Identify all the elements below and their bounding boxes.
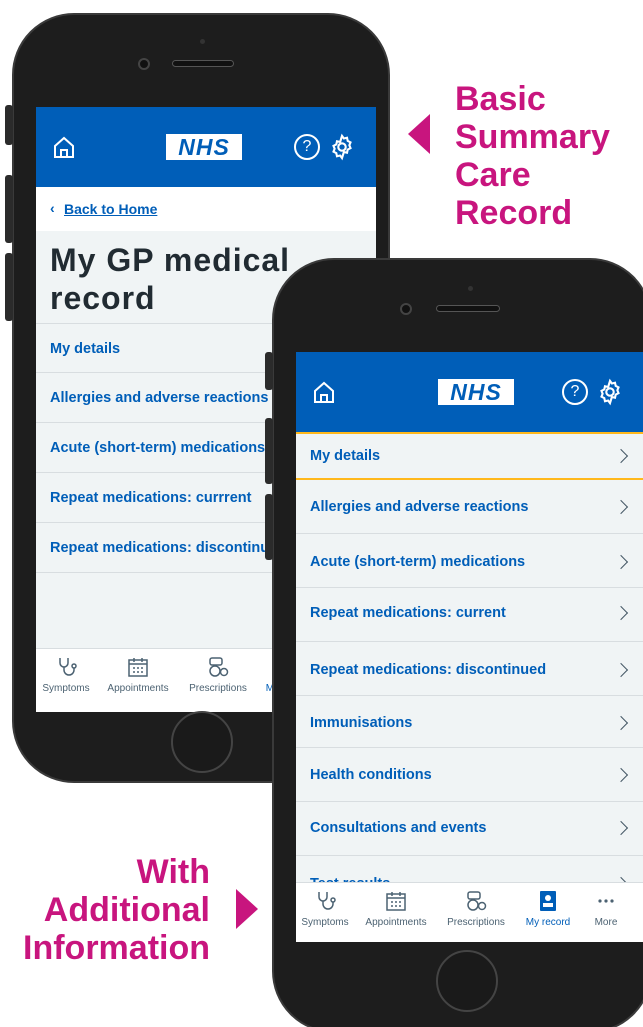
callout-additional-information: With Additional Information <box>10 853 210 967</box>
callout-basic-summary: Basic Summary Care Record <box>455 80 643 232</box>
callout-line: Summary <box>455 118 610 156</box>
tab-label: Symptoms <box>301 917 349 928</box>
menu-item-label: Acute (short-term) medications <box>50 440 266 456</box>
menu-item-repeat-discontinued[interactable]: Repeat medications: discontinued <box>296 642 643 696</box>
tab-label: Prescriptions <box>189 683 247 694</box>
home-icon[interactable] <box>52 135 76 159</box>
volume-down-button <box>5 253 13 321</box>
menu-item-label: Repeat medications: currrent <box>50 490 252 506</box>
menu-item-immunisations[interactable]: Immunisations <box>296 696 643 748</box>
chevron-left-icon: ‹ <box>50 200 55 216</box>
menu-item-label: Repeat medications: discontinued <box>310 662 547 678</box>
back-link-bar: ‹ Back to Home <box>36 187 376 231</box>
chevron-right-icon <box>613 662 629 678</box>
mute-switch <box>265 352 273 390</box>
tab-label: Appointments <box>365 917 427 928</box>
pills-icon <box>209 657 229 677</box>
home-icon[interactable] <box>312 380 336 404</box>
tab-symptoms[interactable]: Symptoms <box>296 889 354 928</box>
chevron-right-icon <box>613 820 629 836</box>
tab-label: Prescriptions <box>447 917 505 928</box>
chevron-right-icon <box>613 499 629 515</box>
callout-line: With <box>136 853 210 891</box>
arrow-right-icon <box>236 889 258 929</box>
menu-item-acute-medications[interactable]: Acute (short-term) medications <box>296 534 643 588</box>
gear-icon[interactable] <box>596 378 624 406</box>
more-dots-icon <box>598 899 614 903</box>
screen-additional: NHS ? My details Allergies and adverse r… <box>296 352 643 942</box>
chevron-right-icon <box>613 767 629 783</box>
tab-label: My record <box>525 917 571 928</box>
menu-item-label: Consultations and events <box>310 820 487 836</box>
stethoscope-icon <box>318 892 336 910</box>
front-camera <box>138 58 150 70</box>
menu-item-label: Repeat medications: discontinued <box>50 540 287 556</box>
tab-appointments[interactable]: Appointments <box>356 889 436 928</box>
earpiece-speaker <box>172 60 234 67</box>
tab-bar: Symptoms Appointments Prescriptions My r… <box>296 882 643 942</box>
chevron-right-icon <box>613 448 629 464</box>
home-button[interactable] <box>436 950 498 1012</box>
volume-down-button <box>265 494 273 560</box>
callout-line: Additional <box>43 891 210 929</box>
menu-item-label: My details <box>310 448 381 464</box>
menu-item-label: Allergies and adverse reactions <box>310 499 529 515</box>
menu-item-label: Allergies and adverse reactions <box>50 390 269 406</box>
callout-line: Care Record <box>455 156 573 232</box>
help-icon[interactable]: ? <box>562 379 588 405</box>
chevron-right-icon <box>613 715 629 731</box>
sensor <box>200 39 205 44</box>
phone-additional: NHS ? My details Allergies and adverse r… <box>265 258 643 1027</box>
earpiece-speaker <box>436 305 500 312</box>
menu-item-consultations[interactable]: Consultations and events <box>296 802 643 856</box>
record-icon <box>540 891 556 911</box>
stethoscope-icon <box>59 658 77 676</box>
help-icon[interactable]: ? <box>294 134 320 160</box>
menu-item-label: Immunisations <box>310 715 413 731</box>
tab-appointments[interactable]: Appointments <box>98 655 178 694</box>
nhs-logo: NHS <box>166 134 242 160</box>
tab-prescriptions[interactable]: Prescriptions <box>438 889 514 928</box>
volume-up-button <box>265 418 273 484</box>
pills-icon <box>467 891 487 911</box>
back-to-home-link[interactable]: Back to Home <box>64 201 157 217</box>
callout-line: Basic <box>455 80 546 118</box>
front-camera <box>400 303 412 315</box>
volume-up-button <box>5 175 13 243</box>
chevron-right-icon <box>613 605 629 621</box>
calendar-icon <box>128 658 148 677</box>
sensor <box>468 286 473 291</box>
tab-label: Symptoms <box>42 683 90 694</box>
menu-item-label: Repeat medications: current <box>310 605 506 621</box>
app-header: NHS ? <box>36 107 376 187</box>
menu-item-my-details[interactable]: My details <box>296 432 643 480</box>
menu-item-health-conditions[interactable]: Health conditions <box>296 748 643 802</box>
chevron-right-icon <box>613 554 629 570</box>
menu-item-label: Acute (short-term) medications <box>310 554 526 570</box>
tab-prescriptions[interactable]: Prescriptions <box>180 655 256 694</box>
home-button[interactable] <box>171 711 233 773</box>
gear-icon[interactable] <box>328 133 356 161</box>
app-header: NHS ? <box>296 352 643 432</box>
arrow-left-icon <box>408 114 430 154</box>
menu-item-label: Health conditions <box>310 767 432 783</box>
tab-my-record[interactable]: My record <box>516 889 580 928</box>
tab-more[interactable]: More <box>586 889 626 928</box>
menu-item-repeat-current[interactable]: Repeat medications: current <box>296 588 643 642</box>
tab-label: More <box>594 917 618 928</box>
calendar-icon <box>386 892 406 911</box>
nhs-logo: NHS <box>438 379 514 405</box>
tab-symptoms[interactable]: Symptoms <box>36 655 96 694</box>
mute-switch <box>5 105 13 145</box>
tab-label: Appointments <box>107 683 169 694</box>
menu-item-label: My details <box>50 341 121 357</box>
menu-item-allergies[interactable]: Allergies and adverse reactions <box>296 480 643 534</box>
callout-line: Information <box>23 929 210 967</box>
